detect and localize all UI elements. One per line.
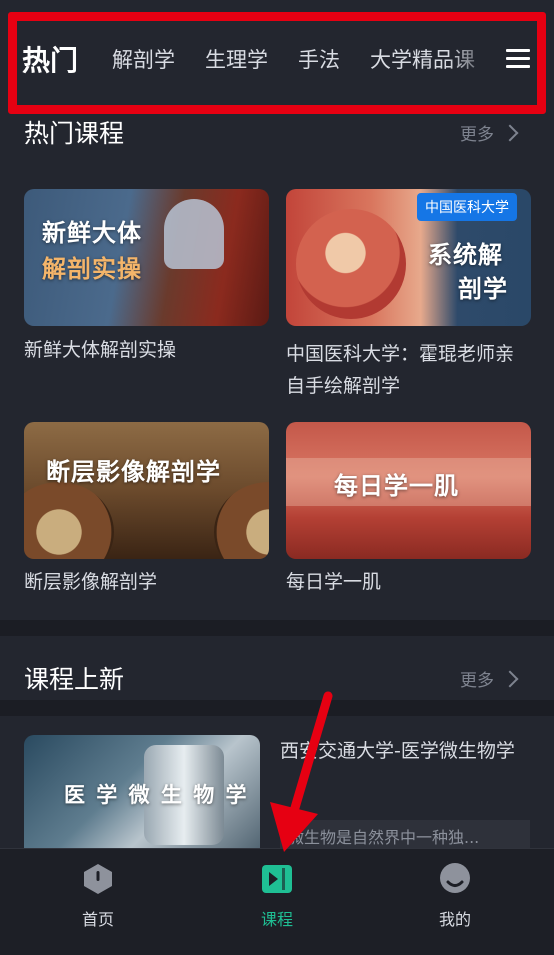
hot-courses-more-link[interactable]: 更多 xyxy=(460,120,519,145)
card-image-text: 解剖实操 xyxy=(42,255,142,283)
new-course-image[interactable]: 医 学 微 生 物 学 xyxy=(24,735,260,865)
top-tab-bar: 热门 解剖学 生理学 手法 大学精品课 xyxy=(0,0,554,114)
new-courses-title: 课程上新 xyxy=(24,665,125,694)
course-card-title[interactable]: 每日学一肌 xyxy=(286,566,531,598)
course-card-image[interactable]: 中国医科大学 系统解 剖学 xyxy=(286,189,531,326)
nav-home[interactable]: 首页 xyxy=(48,862,148,930)
nav-profile[interactable]: 我的 xyxy=(405,862,505,930)
course-play-icon xyxy=(262,865,292,893)
home-icon xyxy=(84,864,112,894)
course-card-image[interactable]: 新鲜大体 解剖实操 xyxy=(24,189,269,326)
new-course-image-text: 医 学 微 生 物 学 xyxy=(64,783,249,807)
card-image-text: 断层影像解剖学 xyxy=(46,458,221,486)
nav-label: 课程 xyxy=(260,910,293,929)
card-image-text: 每日学一肌 xyxy=(334,472,459,500)
course-card-title[interactable]: 新鲜大体解剖实操 xyxy=(24,334,269,366)
nav-label: 我的 xyxy=(438,910,471,929)
more-label: 更多 xyxy=(460,671,494,691)
course-card-title[interactable]: 中国医科大学：霍琨老师亲自手绘解剖学 xyxy=(286,338,531,402)
card-image-text: 剖学 xyxy=(458,275,508,303)
course-card-image[interactable]: 断层影像解剖学 xyxy=(24,422,269,559)
card-image-text: 系统解 xyxy=(428,241,503,269)
profile-icon xyxy=(440,863,470,893)
chevron-right-icon xyxy=(501,124,519,141)
nav-courses[interactable]: 课程 xyxy=(227,862,327,930)
more-label: 更多 xyxy=(460,125,494,145)
section-divider xyxy=(0,620,554,636)
hot-courses-title: 热门课程 xyxy=(24,119,125,148)
annotation-arrow-icon xyxy=(270,691,333,852)
university-badge: 中国医科大学 xyxy=(417,193,517,221)
card-image-text: 新鲜大体 xyxy=(42,219,142,247)
new-courses-more-link[interactable]: 更多 xyxy=(460,666,519,691)
chevron-right-icon xyxy=(501,670,519,687)
annotation-highlight-box xyxy=(8,12,546,114)
course-card-image[interactable]: 每日学一肌 xyxy=(286,422,531,559)
nav-label: 首页 xyxy=(81,910,114,929)
course-card-title[interactable]: 断层影像解剖学 xyxy=(24,566,269,598)
